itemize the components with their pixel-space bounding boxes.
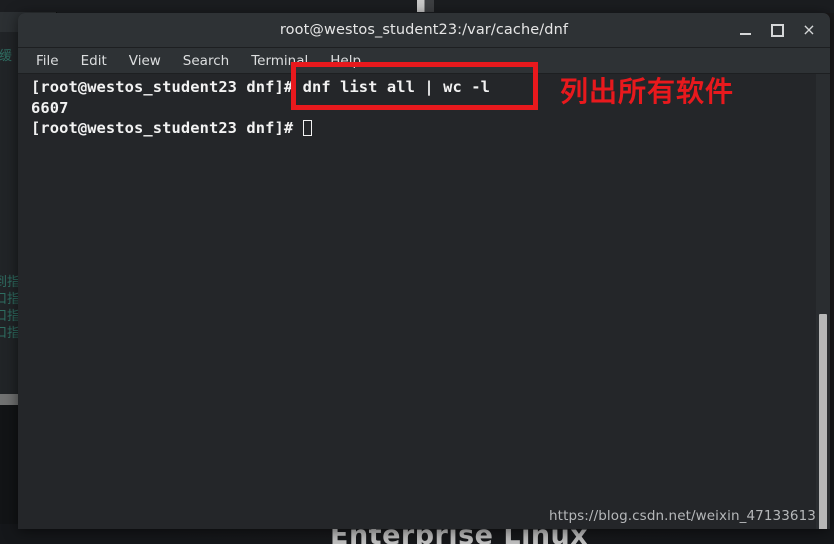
- menu-item-file[interactable]: File: [36, 53, 59, 69]
- maximize-button[interactable]: [762, 17, 792, 43]
- screen: Enterprise Linux 缓 到指 口指 口指 口指 root@west…: [0, 0, 834, 544]
- terminal-line-command: [root@westos_student23 dnf]# dnf list al…: [31, 78, 490, 96]
- panel-indicator-icon[interactable]: [417, 0, 434, 12]
- minimize-button[interactable]: [730, 17, 760, 43]
- close-button[interactable]: ×: [794, 17, 824, 43]
- menu-item-help[interactable]: Help: [330, 53, 361, 69]
- terminal-line-output: 6607: [31, 98, 69, 117]
- close-icon: ×: [802, 20, 816, 39]
- menu-item-edit[interactable]: Edit: [81, 53, 107, 69]
- terminal-scrollbar[interactable]: [816, 74, 830, 529]
- terminal-screen[interactable]: [root@westos_student23 dnf]# dnf list al…: [18, 74, 830, 529]
- maximize-icon: [770, 23, 784, 37]
- top-panel[interactable]: [0, 0, 834, 13]
- menu-item-view[interactable]: View: [129, 53, 161, 69]
- titlebar[interactable]: root@westos_student23:/var/cache/dnf ×: [18, 13, 830, 48]
- terminal-scrollbar-thumb[interactable]: [819, 314, 827, 529]
- watermark-url: https://blog.csdn.net/weixin_47133613: [549, 508, 816, 524]
- annotation-label: 列出所有软件: [560, 75, 735, 108]
- window-controls: ×: [730, 13, 824, 47]
- terminal-line-prompt: [root@westos_student23 dnf]#: [31, 119, 303, 137]
- menu-item-search[interactable]: Search: [183, 53, 229, 69]
- terminal-cursor: [302, 120, 312, 136]
- menu-item-terminal[interactable]: Terminal: [251, 53, 308, 69]
- window-title: root@westos_student23:/var/cache/dnf: [279, 22, 569, 38]
- terminal-output: [root@westos_student23 dnf]# dnf list al…: [31, 77, 490, 139]
- minimize-icon: [739, 32, 751, 35]
- background-window-glyph: 缓: [0, 49, 13, 64]
